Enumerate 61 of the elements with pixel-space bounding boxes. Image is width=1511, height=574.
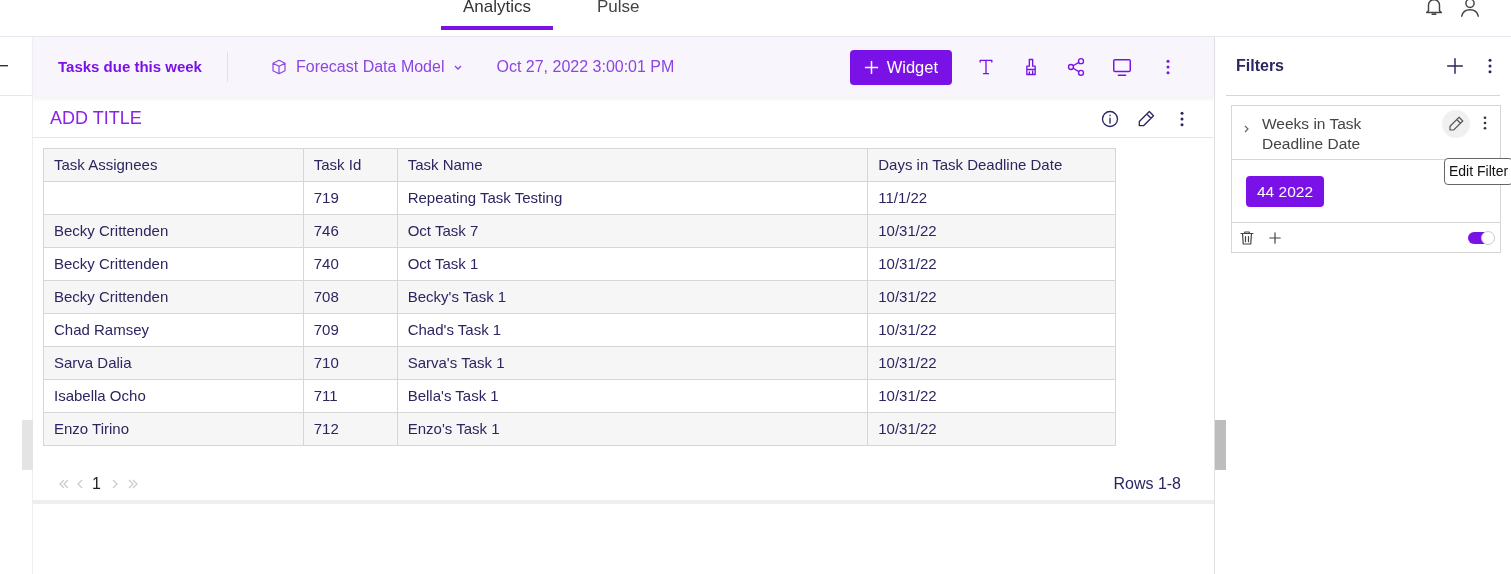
table-cell-text: Sarva Dalia xyxy=(54,352,132,373)
table-cell-text: 10/31/22 xyxy=(878,319,937,340)
table-cell-text: Chad Ramsey xyxy=(54,319,150,340)
tooltip: Edit Filter xyxy=(1444,158,1511,185)
dashboard-title: Tasks due this week xyxy=(58,56,202,77)
pencil-icon xyxy=(1447,115,1465,133)
table-cell-text: Enzo's Task 1 xyxy=(407,418,500,439)
plus-icon xyxy=(863,59,879,75)
table-cell-text: 10/31/22 xyxy=(878,385,937,406)
filters-title: Filters xyxy=(1236,56,1284,76)
rows-count: Rows 1-8 xyxy=(1113,474,1181,494)
info-icon[interactable] xyxy=(1100,108,1120,129)
user-icon[interactable] xyxy=(1459,0,1481,18)
table-cell-text: Enzo Tirino xyxy=(54,418,130,439)
filter-value-chip[interactable]: 44 2022 xyxy=(1246,176,1325,208)
table-cell-text: Oct Task 1 xyxy=(407,253,479,274)
data-model-dropdown[interactable]: Forecast Data Model xyxy=(269,55,465,79)
collapse-handle[interactable] xyxy=(22,420,33,470)
toggle-switch[interactable] xyxy=(1468,231,1494,244)
table-cell-text: 10/31/22 xyxy=(878,253,937,274)
share-icon[interactable] xyxy=(1066,57,1086,77)
table-cell-text: 711 xyxy=(313,385,338,406)
table-cell-text: 712 xyxy=(313,418,339,439)
plus-icon[interactable] xyxy=(1444,55,1466,77)
table-cell-text: 708 xyxy=(313,286,339,307)
table-cell-text: Becky Crittenden xyxy=(54,253,169,274)
table-cell-text: 710 xyxy=(313,352,339,373)
table-cell-text: 719 xyxy=(313,187,339,208)
table-cell-text: 11/1/22 xyxy=(878,187,928,208)
table-cell-text: 10/31/22 xyxy=(878,286,937,307)
table-cell-text: Becky Crittenden xyxy=(54,286,169,307)
table-cell-text: 10/31/22 xyxy=(878,418,937,439)
trash-icon[interactable] xyxy=(1238,228,1256,247)
table-cell-text: Becky's Task 1 xyxy=(407,286,507,307)
page-number[interactable]: 1 xyxy=(92,472,101,496)
table-cell-text: Becky Crittenden xyxy=(54,220,169,241)
table-cell-text: 746 xyxy=(313,220,339,241)
table-cell-text: Oct Task 7 xyxy=(407,220,479,241)
table-cell-text: Isabella Ocho xyxy=(54,385,146,406)
add-widget-button[interactable]: Widget xyxy=(849,49,952,85)
edit-filter-button[interactable] xyxy=(1442,110,1470,138)
bell-icon[interactable] xyxy=(1423,0,1445,18)
table-cell-text: Repeating Task Testing xyxy=(407,187,563,208)
monitor-icon[interactable] xyxy=(1111,56,1133,78)
pencil-icon[interactable] xyxy=(1136,108,1156,129)
table-cell-text: Sarva's Task 1 xyxy=(407,352,505,373)
table-cell-text: Chad's Task 1 xyxy=(407,319,502,340)
table-cell-text: 10/31/22 xyxy=(878,352,937,373)
table-cell-text: Bella's Task 1 xyxy=(407,385,499,406)
minus-icon[interactable] xyxy=(0,65,8,67)
widget-title[interactable]: ADD TITLE xyxy=(50,105,142,132)
filter-name: Weeks in Task Deadline Date xyxy=(1262,114,1363,154)
table-cell-text: 740 xyxy=(313,253,339,274)
cube-icon[interactable] xyxy=(269,58,288,76)
collapse-handle[interactable] xyxy=(1215,420,1226,470)
table-cell-text: 10/31/22 xyxy=(878,220,937,241)
nav-tab[interactable]: Pulse xyxy=(575,0,662,30)
timestamp: Oct 27, 2022 3:00:01 PM xyxy=(496,57,675,77)
column-header[interactable]: Days in Task Deadline Date xyxy=(868,149,1115,181)
table-cell-text: 709 xyxy=(313,319,339,340)
nav-tab[interactable]: Analytics xyxy=(441,0,554,30)
